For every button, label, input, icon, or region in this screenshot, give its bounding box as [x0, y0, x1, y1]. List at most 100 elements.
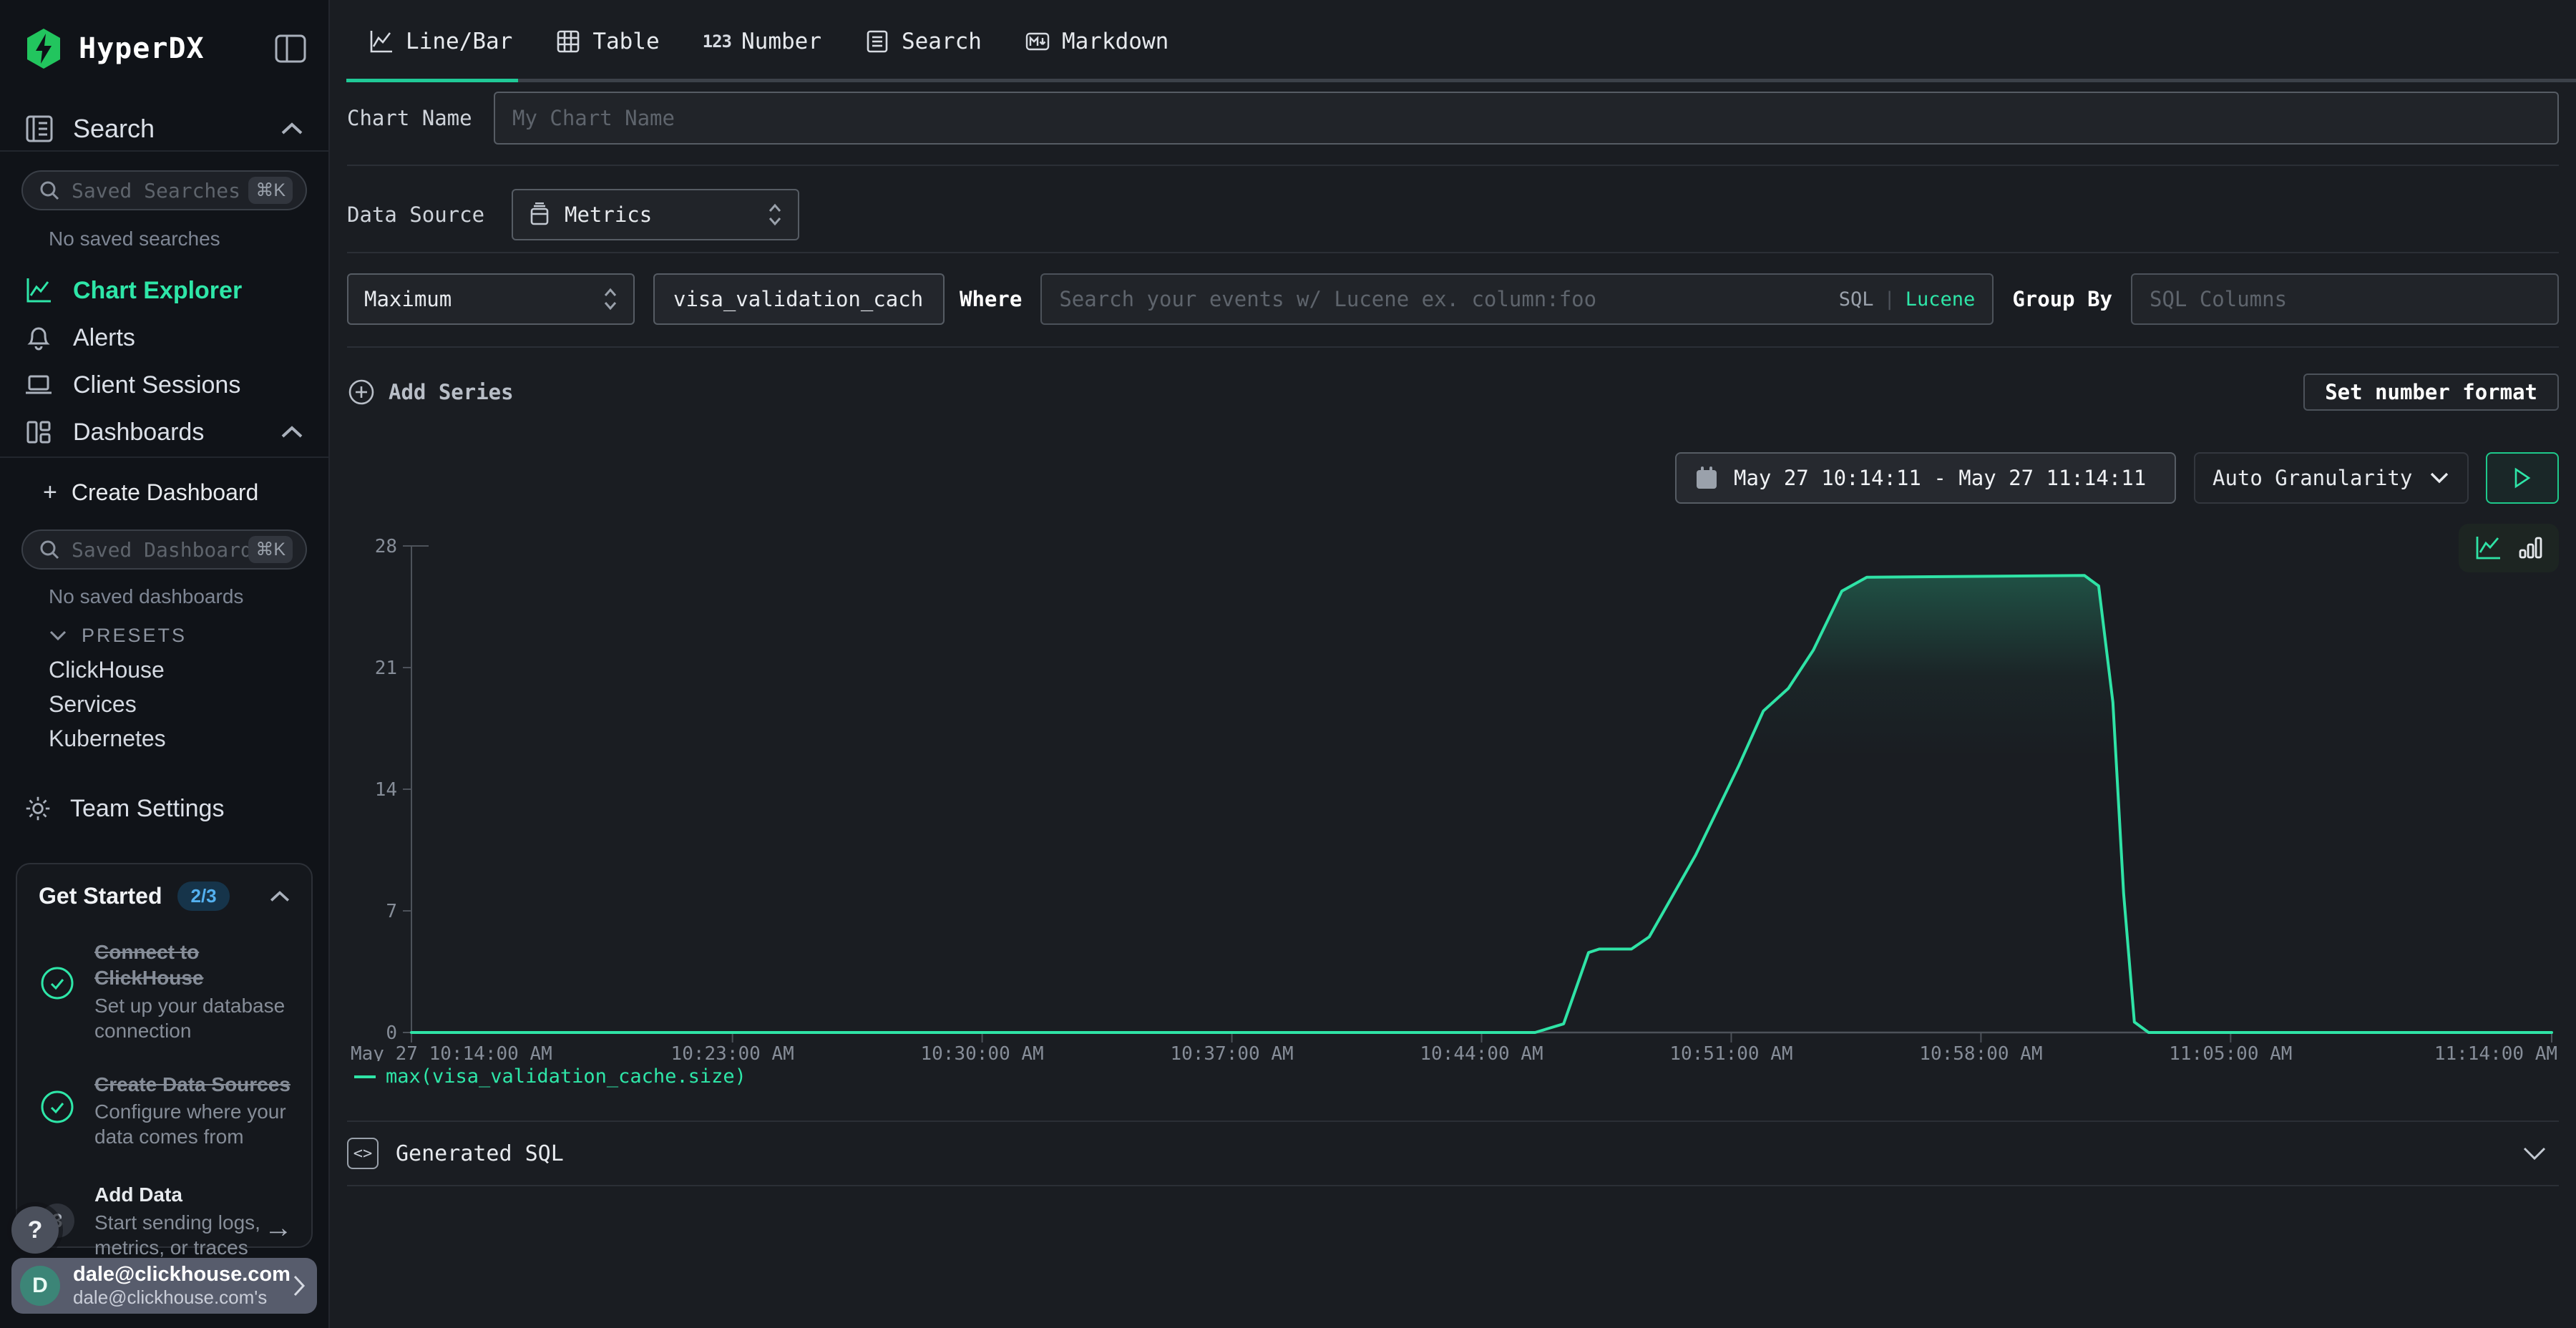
presets-toggle[interactable]: PRESETS	[0, 620, 328, 651]
chevron-down-icon[interactable]	[2522, 1146, 2547, 1161]
presets-label: PRESETS	[82, 625, 187, 647]
active-tab-underline	[346, 79, 518, 82]
tab-search[interactable]: Search	[843, 0, 1003, 82]
sidebar-item-label: Client Sessions	[73, 371, 240, 399]
team-settings-item[interactable]: Team Settings	[0, 788, 328, 829]
chart-name-label: Chart Name	[347, 106, 494, 130]
chevron-down-icon	[2429, 472, 2450, 484]
chart-line-icon	[24, 276, 53, 305]
set-number-format-button[interactable]: Set number format	[2303, 374, 2559, 411]
no-saved-searches-text: No saved searches	[0, 228, 328, 250]
search-section-icon	[24, 114, 54, 144]
get-started-step-connect[interactable]: Connect to ClickHouse Set up your databa…	[17, 939, 311, 1043]
tab-markdown[interactable]: Markdown	[1003, 0, 1190, 82]
chevron-up-icon	[280, 424, 304, 440]
divider	[347, 165, 2559, 166]
date-range-picker[interactable]: May 27 10:14:11 - May 27 11:14:11	[1675, 452, 2176, 504]
svg-text:28: 28	[375, 536, 397, 557]
chevron-right-icon	[291, 1274, 307, 1298]
get-started-card: Get Started 2/3 Connect to ClickHouse Se…	[16, 863, 313, 1248]
preset-kubernetes[interactable]: Kubernetes	[0, 721, 328, 756]
shortcut-badge: ⌘K	[248, 177, 293, 204]
generated-sql-row[interactable]: <> Generated SQL	[347, 1122, 2559, 1185]
step-title: Create Data Sources	[94, 1072, 293, 1098]
step-title: Connect to ClickHouse	[94, 939, 293, 992]
divider	[347, 1185, 2559, 1186]
no-saved-dashboards-text: No saved dashboards	[0, 585, 328, 608]
svg-text:10:51:00 AM: 10:51:00 AM	[1669, 1043, 1792, 1061]
chevron-up-icon[interactable]	[268, 889, 291, 904]
tab-line-bar[interactable]: Line/Bar	[347, 0, 534, 82]
hyperdx-logo-icon	[24, 28, 63, 69]
step-title: Add Data	[94, 1182, 264, 1208]
tab-label: Markdown	[1062, 29, 1169, 54]
line-chart-toggle-icon[interactable]	[2474, 535, 2503, 561]
plus-icon: +	[43, 479, 57, 507]
set-number-format-label: Set number format	[2325, 380, 2537, 404]
sidebar-item-chart-explorer[interactable]: Chart Explorer	[0, 272, 328, 309]
create-dashboard-button[interactable]: + Create Dashboard	[0, 475, 328, 509]
granularity-select[interactable]: Auto Granularity	[2194, 452, 2469, 504]
preset-services[interactable]: Services	[0, 687, 328, 721]
svg-text:10:23:00 AM: 10:23:00 AM	[671, 1043, 794, 1061]
tab-number[interactable]: 123 Number	[681, 0, 843, 82]
group-by-input[interactable]	[2150, 287, 2540, 311]
data-source-select[interactable]: Metrics	[512, 189, 799, 240]
sidebar-item-dashboards[interactable]: Dashboards	[0, 414, 328, 451]
user-panel[interactable]: D dale@clickhouse.com dale@clickhouse.co…	[11, 1258, 317, 1314]
chart-legend[interactable]: max(visa_validation_cache.size)	[354, 1065, 2559, 1088]
query-language-toggle: SQL | Lucene	[1839, 288, 1976, 311]
generated-sql-label: Generated SQL	[396, 1141, 2522, 1166]
svg-text:10:37:00 AM: 10:37:00 AM	[1170, 1043, 1293, 1061]
search-icon	[39, 539, 60, 560]
legend-label: max(visa_validation_cache.size)	[386, 1065, 746, 1088]
events-search-input[interactable]	[1059, 287, 1825, 311]
get-started-step-sources[interactable]: Create Data Sources Configure where your…	[17, 1072, 311, 1149]
timeseries-chart[interactable]: 07142128May 27 10:14:00 AM10:23:00 AM10:…	[347, 532, 2559, 1061]
sidebar-collapse-icon[interactable]	[274, 34, 307, 64]
get-started-title: Get Started	[39, 883, 162, 909]
progress-badge: 2/3	[177, 882, 229, 911]
saved-searches-search[interactable]: ⌘K	[21, 170, 307, 210]
tab-label: Search	[902, 29, 982, 54]
aggregation-select[interactable]: Maximum	[347, 273, 635, 325]
search-section-label: Search	[73, 114, 280, 144]
get-started-header[interactable]: Get Started 2/3	[17, 864, 311, 911]
help-button[interactable]: ?	[11, 1206, 59, 1254]
bar-chart-toggle-icon[interactable]	[2519, 536, 2543, 560]
metric-tag[interactable]: visa_validation_cach	[653, 273, 945, 325]
sidebar-item-alerts[interactable]: Alerts	[0, 319, 328, 356]
bell-icon	[24, 323, 53, 352]
svg-text:10:30:00 AM: 10:30:00 AM	[921, 1043, 1044, 1061]
saved-dashboards-search[interactable]: ⌘K	[21, 529, 307, 570]
series-actions-row: Add Series Set number format	[347, 374, 2559, 411]
run-query-button[interactable]	[2486, 452, 2559, 504]
sql-toggle[interactable]: SQL	[1839, 288, 1874, 311]
builder-content: Chart Name Data Source Metrics	[330, 89, 2576, 1186]
chevron-up-icon	[280, 121, 304, 137]
tab-table[interactable]: Table	[534, 0, 680, 82]
add-series-button[interactable]: Add Series	[347, 378, 514, 406]
chart-controls-row: May 27 10:14:11 - May 27 11:14:11 Auto G…	[347, 452, 2559, 504]
where-label: Where	[960, 287, 1022, 311]
saved-searches-input[interactable]	[72, 179, 248, 202]
chart-name-input[interactable]	[512, 106, 2540, 130]
gear-icon	[24, 795, 52, 822]
sidebar-section-search[interactable]: Search	[0, 109, 328, 149]
sidebar-item-client-sessions[interactable]: Client Sessions	[0, 366, 328, 404]
get-started-step-add-data[interactable]: 3 Add Data Start sending logs, metrics, …	[17, 1182, 311, 1259]
arrow-right-icon: →	[264, 1198, 293, 1244]
chart-type-tabbar: Line/Bar Table 123 Number Search	[330, 0, 2576, 82]
divider	[0, 456, 328, 458]
svg-text:21: 21	[375, 658, 397, 679]
logo-row: HyperDX	[0, 26, 328, 72]
saved-dashboards-input[interactable]	[72, 538, 248, 562]
tab-label: Number	[741, 29, 821, 54]
lucene-toggle[interactable]: Lucene	[1906, 288, 1976, 311]
preset-clickhouse[interactable]: ClickHouse	[0, 653, 328, 687]
check-circle-icon	[39, 965, 75, 1001]
svg-text:11:14:00 AM: 11:14:00 AM	[2434, 1043, 2557, 1061]
chart-section: May 27 10:14:11 - May 27 11:14:11 Auto G…	[347, 452, 2559, 1088]
table-icon	[555, 29, 581, 54]
svg-text:7: 7	[386, 901, 397, 922]
